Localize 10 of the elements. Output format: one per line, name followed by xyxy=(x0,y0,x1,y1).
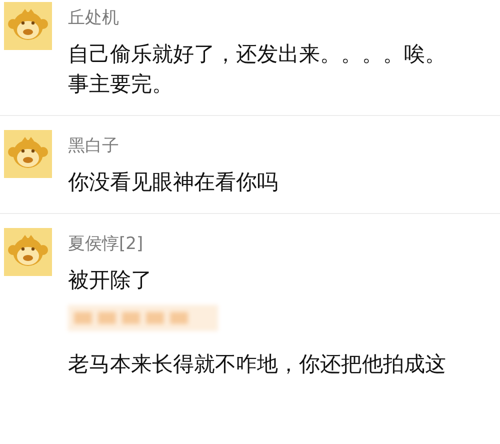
user-name: 丘处机 xyxy=(68,7,120,29)
user-name: 夏侯惇[2] xyxy=(68,233,144,255)
comment-text: 自己偷乐就好了，还发出来。。。。唉。事主要完。 xyxy=(68,41,447,98)
comment-text: 你没看见眼神在看你吗 xyxy=(68,169,278,196)
comment-text: 被开除了 xyxy=(68,267,153,294)
user-name: 黑白子 xyxy=(68,135,120,157)
avatar-icon xyxy=(4,130,52,178)
comment-text: 老马本来长得就不咋地，你还把他拍成这 xyxy=(68,351,446,378)
avatar-icon xyxy=(4,2,52,50)
avatar-icon xyxy=(4,228,52,276)
